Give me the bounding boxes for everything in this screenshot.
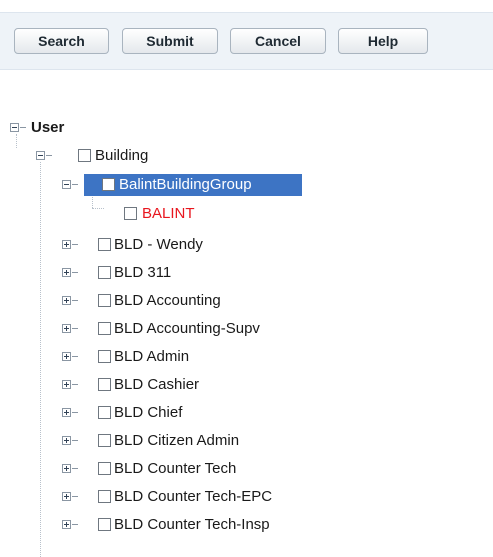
- collapse-icon[interactable]: [36, 151, 45, 160]
- expand-icon[interactable]: [62, 492, 71, 501]
- checkbox[interactable]: [98, 518, 111, 531]
- expand-icon[interactable]: [62, 268, 71, 277]
- tree-node-label: Building: [95, 147, 149, 164]
- tree-node-label: BLD Counter Tech-Insp: [114, 516, 270, 533]
- tree-node-group[interactable]: BLD Admin: [62, 346, 382, 368]
- tree-connector: [40, 162, 41, 557]
- expand-icon[interactable]: [62, 520, 71, 529]
- tree-node-user[interactable]: User: [10, 117, 130, 139]
- tree-connector: [72, 328, 78, 329]
- tree-connector: [72, 384, 78, 385]
- expand-icon[interactable]: [62, 464, 71, 473]
- checkbox[interactable]: [98, 322, 111, 335]
- tree-node-label: BLD 311: [114, 264, 172, 281]
- tree-node-label: BLD - Wendy: [114, 236, 203, 253]
- expand-icon[interactable]: [62, 380, 71, 389]
- checkbox[interactable]: [98, 406, 111, 419]
- expand-icon[interactable]: [62, 408, 71, 417]
- tree-connector: [72, 468, 78, 469]
- tree-connector: [92, 208, 104, 209]
- checkbox[interactable]: [98, 266, 111, 279]
- tree-connector: [72, 412, 78, 413]
- tree-node-group[interactable]: BLD 311: [62, 262, 382, 284]
- checkbox[interactable]: [98, 462, 111, 475]
- tree-node-group[interactable]: BLD Accounting: [62, 290, 382, 312]
- tree-node-label: BLD Accounting-Supv: [114, 320, 260, 337]
- tree-connector: [72, 244, 78, 245]
- expand-icon[interactable]: [62, 352, 71, 361]
- tree-connector: [72, 440, 78, 441]
- tree-node-group[interactable]: BLD Cashier: [62, 374, 382, 396]
- tree-connector: [20, 127, 26, 128]
- checkbox[interactable]: [98, 490, 111, 503]
- tree-connector: [72, 356, 78, 357]
- tree-connector: [72, 184, 78, 185]
- tree-node-group[interactable]: BLD - Wendy: [62, 234, 382, 256]
- tree-node-balint[interactable]: BALINT: [122, 203, 242, 225]
- tree-connector: [72, 496, 78, 497]
- user-tree: User Building BalintBuildingGroup BALINT…: [0, 0, 493, 557]
- checkbox[interactable]: [98, 238, 111, 251]
- checkbox[interactable]: [78, 149, 91, 162]
- tree-node-label: BLD Cashier: [114, 376, 200, 393]
- tree-node-group[interactable]: BLD Counter Tech: [62, 458, 382, 480]
- tree-node-group[interactable]: BLD Counter Tech-EPC: [62, 486, 382, 508]
- tree-node-group[interactable]: BLD Accounting-Supv: [62, 318, 382, 340]
- tree-connector: [72, 300, 78, 301]
- expand-icon[interactable]: [62, 324, 71, 333]
- tree-node-label: BALINT: [142, 205, 195, 222]
- checkbox[interactable]: [124, 207, 137, 220]
- collapse-icon[interactable]: [10, 123, 19, 132]
- expand-icon[interactable]: [62, 436, 71, 445]
- checkbox[interactable]: [98, 434, 111, 447]
- tree-node-label: User: [31, 119, 65, 136]
- tree-node-group[interactable]: BLD Chief: [62, 402, 382, 424]
- tree-node-label: BLD Chief: [114, 404, 183, 421]
- tree-node-group[interactable]: BLD Citizen Admin: [62, 430, 382, 452]
- tree-node-balintbuildinggroup[interactable]: BalintBuildingGroup: [62, 174, 302, 196]
- tree-connector: [72, 524, 78, 525]
- tree-node-building[interactable]: Building: [36, 145, 176, 167]
- tree-node-label: BalintBuildingGroup: [119, 176, 252, 193]
- tree-node-label: BLD Admin: [114, 348, 190, 365]
- expand-icon[interactable]: [62, 296, 71, 305]
- checkbox[interactable]: [98, 294, 111, 307]
- checkbox[interactable]: [98, 350, 111, 363]
- expand-icon[interactable]: [62, 240, 71, 249]
- checkbox[interactable]: [98, 378, 111, 391]
- tree-node-label: BLD Accounting: [114, 292, 221, 309]
- collapse-icon[interactable]: [62, 180, 71, 189]
- tree-node-label: BLD Counter Tech: [114, 460, 237, 477]
- tree-node-group[interactable]: BLD Counter Tech-Insp: [62, 514, 382, 536]
- tree-connector: [72, 272, 78, 273]
- tree-connector: [46, 155, 52, 156]
- checkbox[interactable]: [102, 178, 115, 191]
- tree-node-label: BLD Counter Tech-EPC: [114, 488, 273, 505]
- tree-node-label: BLD Citizen Admin: [114, 432, 240, 449]
